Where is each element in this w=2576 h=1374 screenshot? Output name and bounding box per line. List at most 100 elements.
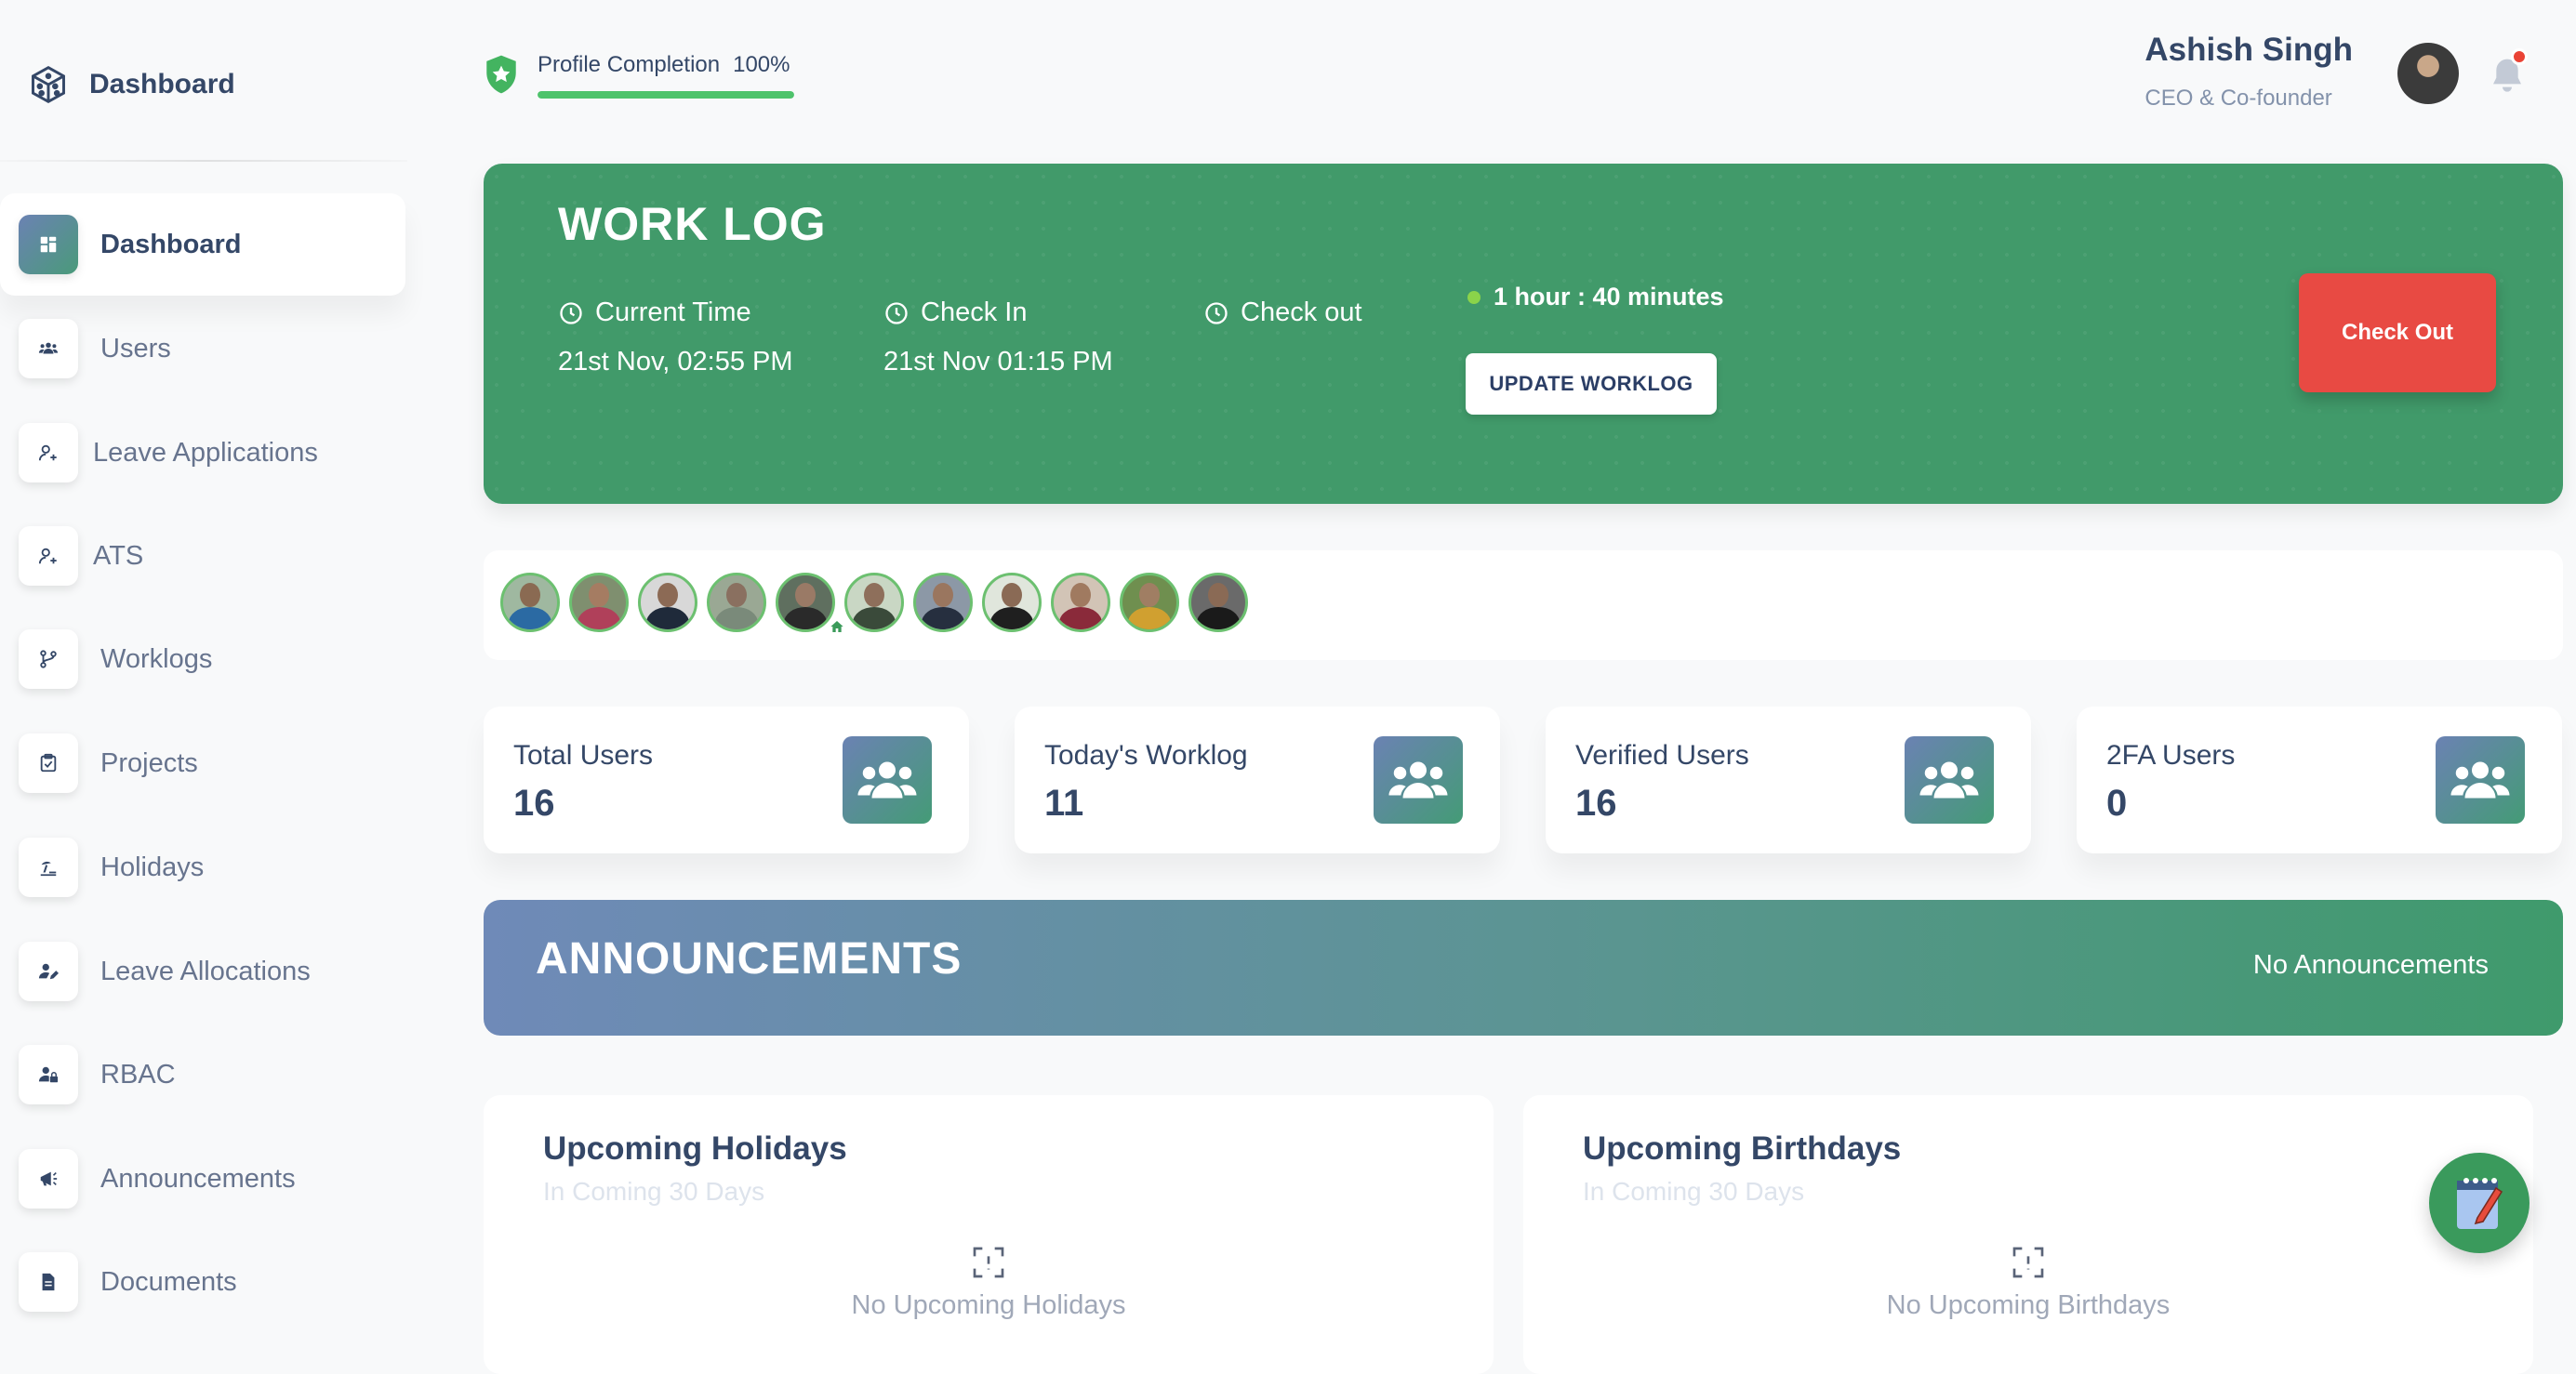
stat-value: 11 — [1044, 783, 1084, 824]
profile-completion[interactable]: Profile Completion 100% — [484, 52, 794, 99]
shield-star-icon — [486, 55, 516, 94]
profile-completion-value: 100% — [733, 52, 790, 77]
sidebar-item-dashboard[interactable]: Dashboard — [0, 193, 405, 296]
sidebar-item-announcements[interactable]: Announcements — [0, 1128, 405, 1230]
update-worklog-button[interactable]: UPDATE WORKLOG — [1466, 353, 1717, 415]
clipboard-icon — [40, 753, 57, 773]
worklog-duration-text: 1 hour : 40 minutes — [1494, 283, 1724, 310]
card-empty-text: No Upcoming Holidays — [851, 1290, 1126, 1320]
sidebar-item-label: Holidays — [100, 852, 205, 882]
check-out-label: Check out — [1241, 297, 1362, 327]
user-edit-icon — [38, 963, 59, 980]
stat-card-2fa-users[interactable]: 2FA Users 0 — [2077, 707, 2562, 853]
users-icon — [1388, 761, 1448, 799]
worklog-banner: WORK LOG Current Time 21st Nov, 02:55 PM… — [484, 164, 2563, 504]
team-avatar[interactable] — [500, 573, 560, 632]
card-subtitle: In Coming 30 Days — [1583, 1177, 1805, 1206]
user-info[interactable]: Ashish Singh CEO & Co-founder — [2144, 32, 2353, 112]
team-avatar[interactable] — [1188, 573, 1248, 632]
announcements-empty: No Announcements — [2252, 950, 2489, 980]
sidebar-item-documents[interactable]: Documents — [0, 1231, 405, 1333]
empty-frame-icon — [973, 1247, 1004, 1278]
sidebar-item-label: Projects — [100, 747, 198, 778]
stat-card-todays-worklog[interactable]: Today's Worklog 11 — [1015, 707, 1500, 853]
profile-completion-label: Profile Completion — [538, 52, 721, 77]
sidebar-item-holidays[interactable]: Holidays — [0, 816, 405, 918]
users-icon — [857, 761, 917, 799]
sidebar-item-ats[interactable]: ATS — [0, 505, 405, 607]
user-plus-icon — [38, 548, 57, 564]
check-out-button[interactable]: Check Out — [2299, 273, 2496, 392]
team-avatar[interactable] — [844, 573, 904, 632]
dashboard-icon — [40, 236, 57, 253]
current-time-label: Current Time — [595, 297, 751, 327]
user-role: CEO & Co-founder — [2144, 86, 2332, 111]
sidebar-item-rbac[interactable]: RBAC — [0, 1024, 405, 1126]
card-title: Upcoming Birthdays — [1583, 1130, 1902, 1167]
sidebar-item-label: Users — [100, 333, 171, 363]
announcements-banner: ANNOUNCEMENTS No Announcements — [484, 900, 2563, 1036]
clock-icon — [560, 301, 582, 324]
check-in-value: 21st Nov 01:15 PM — [883, 347, 1113, 377]
sidebar-item-label: ATS — [93, 540, 144, 571]
branch-icon — [40, 650, 57, 668]
sidebar-item-label: Leave Applications — [93, 437, 318, 468]
avatar[interactable] — [2397, 43, 2459, 104]
document-icon — [42, 1273, 55, 1291]
team-avatar[interactable] — [638, 573, 697, 632]
check-in-label: Check In — [921, 297, 1028, 327]
home-icon — [830, 621, 843, 632]
team-avatar[interactable] — [1051, 573, 1110, 632]
sidebar-item-worklogs[interactable]: Worklogs — [0, 608, 405, 710]
sidebar-item-users[interactable]: Users — [0, 297, 405, 400]
stat-label: 2FA Users — [2106, 740, 2236, 771]
user-plus-icon — [38, 444, 57, 461]
stat-label: Verified Users — [1575, 740, 1749, 771]
worklog-duration: 1 hour : 40 minutes — [1467, 283, 1724, 311]
clock-icon — [885, 301, 908, 324]
clock-icon — [1205, 301, 1228, 324]
team-avatars — [484, 550, 2563, 660]
stat-label: Today's Worklog — [1044, 740, 1248, 771]
notification-dot — [2511, 48, 2528, 65]
sidebar-divider — [0, 160, 407, 162]
upcoming-birthdays-card: Upcoming Birthdays In Coming 30 Days No … — [1523, 1095, 2533, 1374]
sidebar-item-leave-applications[interactable]: Leave Applications — [0, 402, 405, 504]
stat-value: 16 — [513, 783, 555, 824]
stat-card-total-users[interactable]: Total Users 16 — [484, 707, 969, 853]
card-subtitle: In Coming 30 Days — [543, 1177, 765, 1206]
sidebar-item-label: Documents — [100, 1266, 237, 1297]
beach-icon — [40, 861, 57, 877]
sidebar-item-projects[interactable]: Projects — [0, 712, 405, 814]
stat-label: Total Users — [513, 740, 654, 771]
user-lock-icon — [38, 1066, 59, 1083]
team-avatar[interactable] — [776, 573, 835, 632]
notepad-icon — [2457, 1178, 2503, 1229]
stat-value: 0 — [2106, 783, 2128, 824]
team-avatar[interactable] — [982, 573, 1042, 632]
notes-button[interactable] — [2429, 1153, 2530, 1253]
current-time-value: 21st Nov, 02:55 PM — [558, 347, 793, 377]
sidebar-item-leave-allocations[interactable]: Leave Allocations — [0, 920, 405, 1023]
team-avatar[interactable] — [569, 573, 629, 632]
users-icon — [1919, 761, 1979, 799]
profile-progress-fill — [538, 91, 794, 99]
users-icon — [38, 342, 59, 354]
empty-frame-icon — [2012, 1247, 2044, 1278]
team-avatar[interactable] — [707, 573, 766, 632]
profile-progress-bar — [538, 91, 794, 99]
card-title: Upcoming Holidays — [543, 1130, 847, 1167]
check-out: Check out — [1203, 297, 1362, 328]
stat-value: 16 — [1575, 783, 1617, 824]
card-empty-text: No Upcoming Birthdays — [1886, 1290, 2171, 1320]
current-time: Current Time 21st Nov, 02:55 PM — [558, 297, 793, 377]
brand[interactable]: Dashboard — [28, 61, 235, 108]
sidebar-item-label: Announcements — [100, 1163, 296, 1194]
stat-card-verified-users[interactable]: Verified Users 16 — [1546, 707, 2031, 853]
team-avatar[interactable] — [913, 573, 973, 632]
check-in: Check In 21st Nov 01:15 PM — [883, 297, 1113, 377]
team-avatar[interactable] — [1120, 573, 1179, 632]
status-dot — [1467, 290, 1481, 304]
sidebar-item-label: Leave Allocations — [100, 956, 311, 986]
sidebar-item-label: Worklogs — [100, 643, 213, 674]
